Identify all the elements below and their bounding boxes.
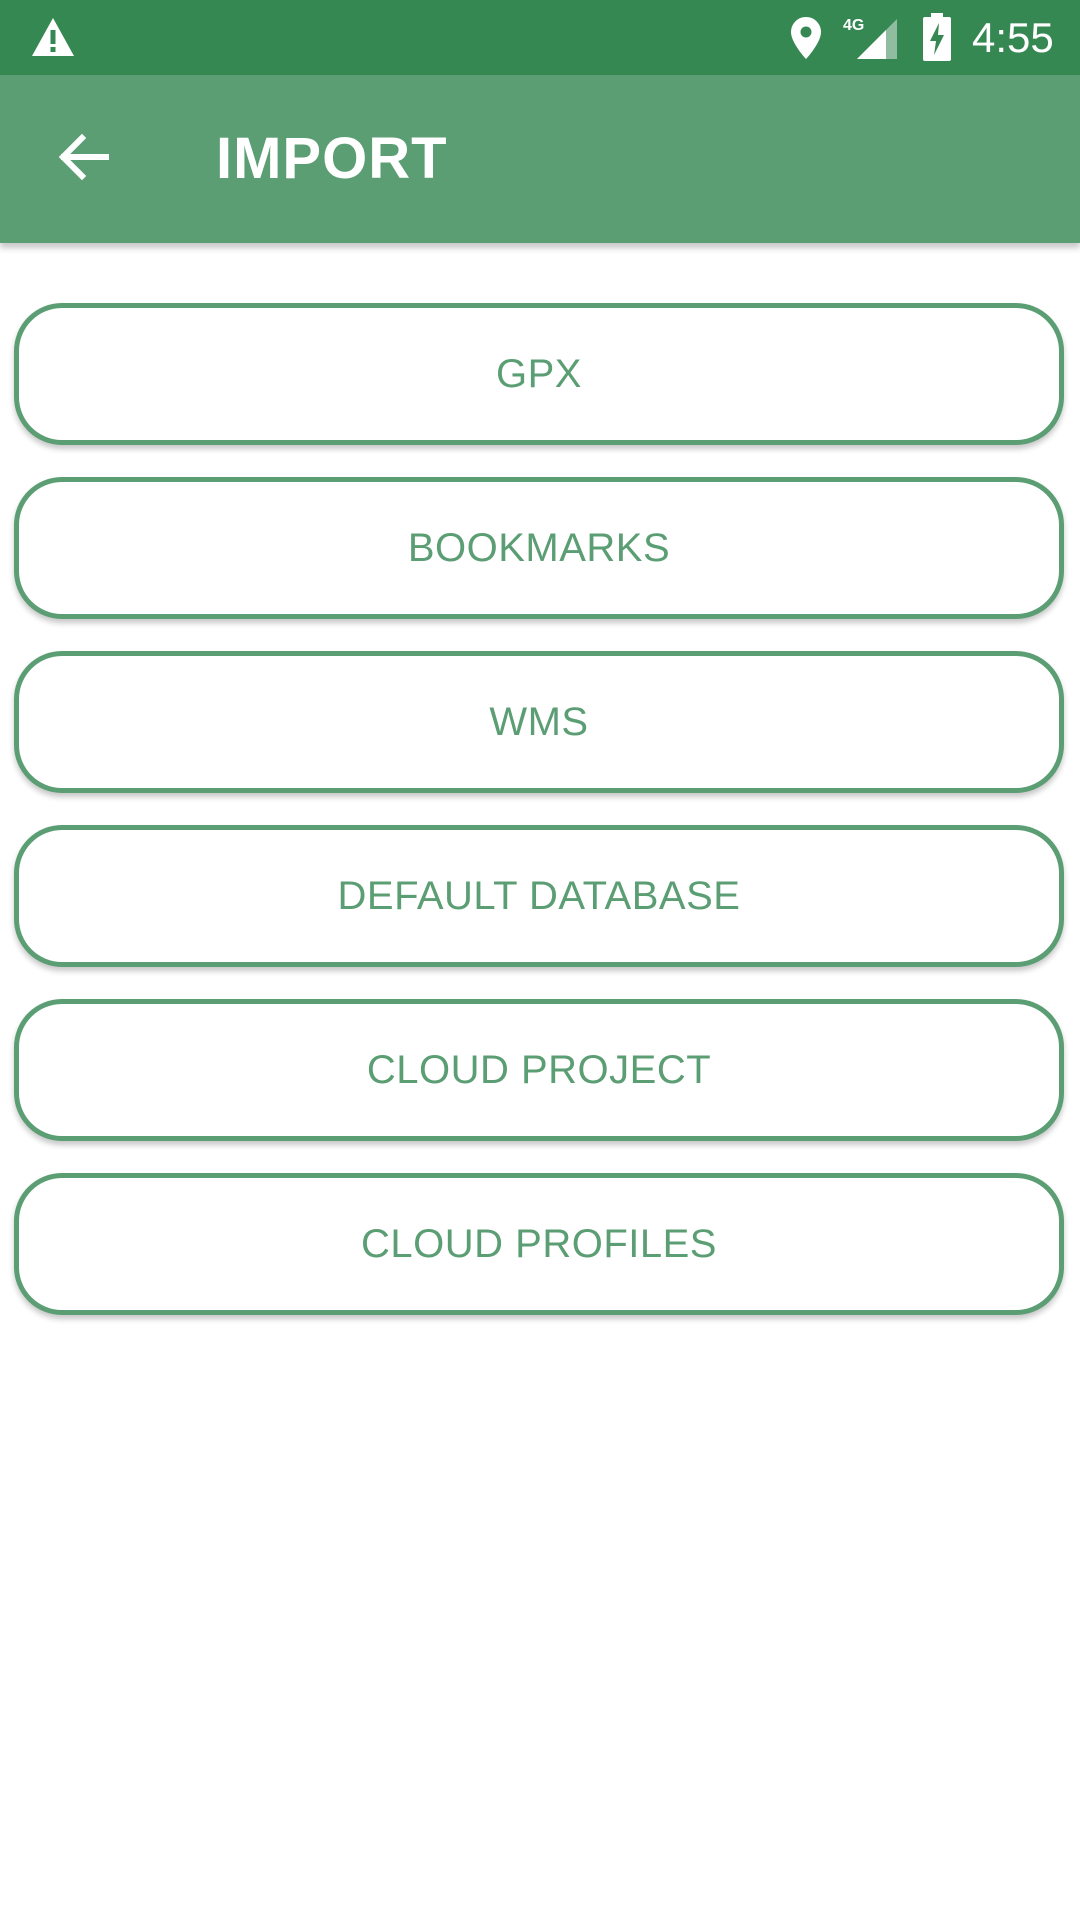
import-options-list: GPX BOOKMARKS WMS DEFAULT DATABASE CLOUD… [14,303,1064,1347]
app-bar: IMPORT [0,75,1080,243]
page-title: IMPORT [216,126,448,191]
import-cloud-project-button[interactable]: CLOUD PROJECT [14,999,1064,1141]
network-type-label: 4G [843,17,864,34]
battery-charging-icon [923,13,951,61]
warning-icon [32,18,74,56]
import-cloud-profiles-button[interactable]: CLOUD PROFILES [14,1173,1064,1315]
signal-icon: 4G [843,17,897,59]
arrow-back-icon[interactable] [54,127,114,187]
import-wms-button[interactable]: WMS [14,651,1064,793]
status-bar: 4G 4:55 [0,0,1080,75]
import-default-database-button[interactable]: DEFAULT DATABASE [14,825,1064,967]
import-gpx-button[interactable]: GPX [14,303,1064,445]
import-bookmarks-button[interactable]: BOOKMARKS [14,477,1064,619]
status-time: 4:55 [972,14,1054,61]
location-icon [791,17,821,59]
